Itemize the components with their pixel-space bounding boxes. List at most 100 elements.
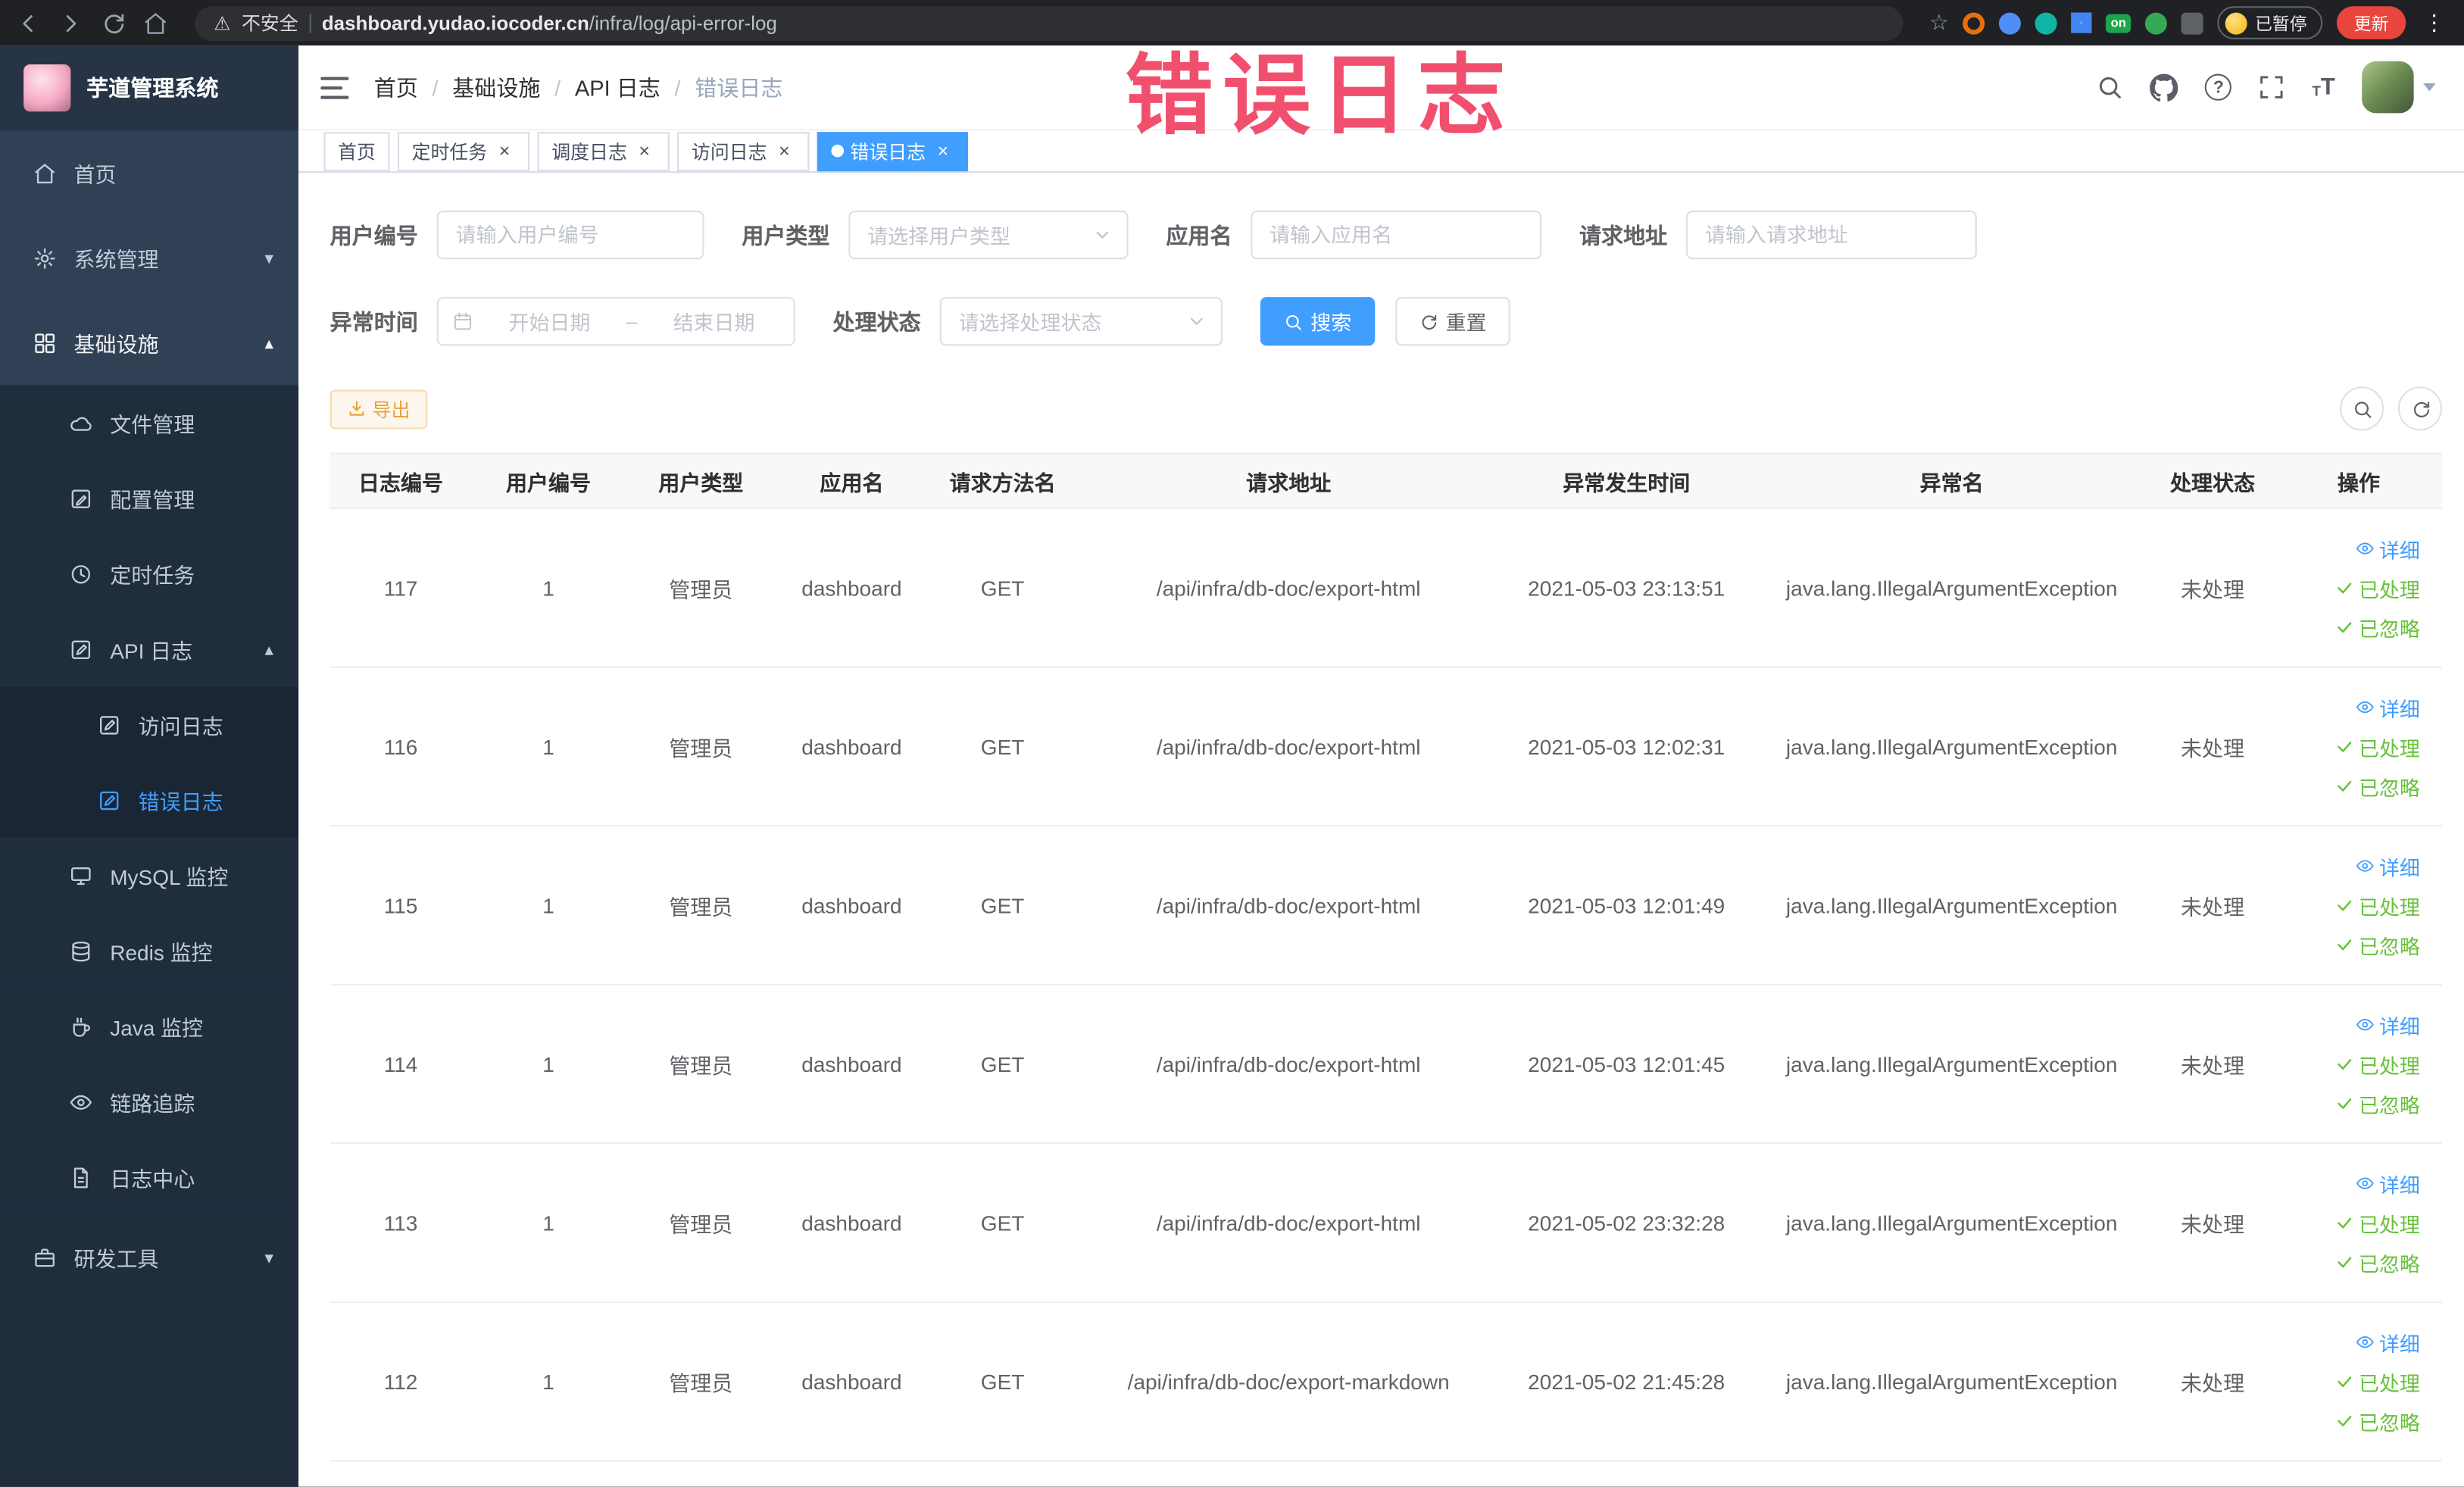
user-id-input[interactable]: [436, 210, 704, 260]
search-icon[interactable]: [2097, 74, 2123, 101]
sidebar-item-error-log[interactable]: 错误日志: [0, 762, 299, 838]
row-actions: 详细 已处理 已忽略: [2275, 533, 2442, 642]
sidebar-item-java[interactable]: Java 监控: [0, 988, 299, 1064]
breadcrumb-item[interactable]: API 日志: [575, 71, 695, 102]
bookmark-star-icon[interactable]: ☆: [1929, 9, 1949, 36]
ignored-link[interactable]: 已忽略: [2335, 771, 2420, 801]
search-toggle-button[interactable]: [2340, 386, 2384, 431]
tab-job[interactable]: 定时任务: [397, 131, 530, 171]
fullscreen-icon[interactable]: [2259, 74, 2285, 101]
user-type: 管理员: [669, 1372, 733, 1396]
filter-buttons: 搜索 重置: [1260, 297, 1510, 346]
filter-label: 异常时间: [329, 308, 418, 334]
sidebar-item-trace[interactable]: 链路追踪: [0, 1064, 299, 1140]
user-id: 1: [542, 734, 554, 759]
sidebar-item-devtools[interactable]: 研发工具: [0, 1214, 299, 1300]
detail-link[interactable]: 详细: [2356, 692, 2420, 722]
app-logo[interactable]: 芋道管理系统: [0, 45, 299, 131]
processed-link[interactable]: 已处理: [2335, 573, 2420, 602]
chevron-down-icon: [265, 248, 273, 268]
column-header: 请求方法名: [949, 471, 1056, 495]
search-button[interactable]: 搜索: [1260, 297, 1376, 346]
browser-reload-icon[interactable]: [101, 10, 126, 35]
detail-link[interactable]: 详细: [2356, 1168, 2420, 1198]
processed-link[interactable]: 已处理: [2335, 1207, 2420, 1237]
export-button[interactable]: 导出: [329, 389, 428, 429]
font-size-icon[interactable]: [2312, 76, 2334, 99]
tab-error-log[interactable]: 错误日志: [817, 131, 969, 171]
sidebar-item-api-log[interactable]: API 日志: [0, 611, 299, 687]
breadcrumb-item[interactable]: 基础设施: [452, 71, 575, 102]
ignored-link[interactable]: 已忽略: [2335, 1247, 2420, 1276]
extension-grid-icon[interactable]: [2071, 12, 2092, 33]
app-name-input[interactable]: [1251, 210, 1542, 260]
request-url-input[interactable]: [1686, 210, 1977, 260]
sidebar-item-access-log[interactable]: 访问日志: [0, 686, 299, 763]
tab-access-log[interactable]: 访问日志: [677, 131, 810, 171]
tab-label: 访问日志: [691, 140, 767, 163]
hamburger-icon[interactable]: [320, 76, 349, 98]
sidebar-item-home[interactable]: 首页: [0, 130, 298, 215]
extension-icon-3[interactable]: [2035, 11, 2058, 34]
chrome-update-button[interactable]: 更新: [2336, 6, 2406, 39]
ignored-link[interactable]: 已忽略: [2335, 612, 2420, 642]
address-bar[interactable]: ⚠ 不安全 dashboard.yudao.iocoder.cn/infra/l…: [195, 5, 1903, 40]
breadcrumb-item[interactable]: 首页: [374, 71, 453, 102]
browser-back-icon[interactable]: [16, 10, 41, 35]
url-domain: dashboard.yudao.iocoder.cn: [321, 11, 589, 34]
detail-link[interactable]: 详细: [2356, 1010, 2420, 1039]
ignored-link[interactable]: 已忽略: [2335, 929, 2420, 959]
detail-link[interactable]: 详细: [2356, 1327, 2420, 1357]
sidebar-item-infra[interactable]: 基础设施: [0, 300, 298, 385]
detail-label: 详细: [2378, 1332, 2420, 1356]
process-status-select[interactable]: 请选择处理状态: [939, 297, 1223, 346]
sidebar-item-redis[interactable]: Redis 监控: [0, 913, 299, 989]
extension-icon-1[interactable]: [1963, 11, 1985, 34]
eye-icon: [69, 1090, 94, 1114]
status-text: 未处理: [2181, 1054, 2245, 1079]
exception-name: java.lang.IllegalArgumentException: [1785, 1370, 2118, 1394]
detail-link[interactable]: 详细: [2356, 851, 2420, 880]
processed-link[interactable]: 已处理: [2335, 890, 2420, 920]
date-range-picker[interactable]: 开始日期 – 结束日期: [436, 297, 795, 346]
extension-icon-2[interactable]: [1999, 11, 2022, 34]
sidebar-item-system[interactable]: 系统管理: [0, 215, 298, 300]
log-icon: [69, 637, 94, 661]
tab-close-icon[interactable]: [493, 140, 515, 162]
tab-home[interactable]: 首页: [323, 131, 390, 171]
help-icon[interactable]: [2205, 73, 2232, 101]
extensions-puzzle-icon[interactable]: [2181, 11, 2203, 34]
table-row: 115 1 管理员 dashboard GET /api/infra/db-do…: [329, 826, 2442, 986]
extension-on-badge[interactable]: on: [2106, 13, 2131, 33]
reset-button[interactable]: 重置: [1395, 297, 1510, 346]
row-actions: 详细 已处理 已忽略: [2275, 1168, 2442, 1276]
sidebar-item-log-center[interactable]: 日志中心: [0, 1139, 299, 1215]
ignored-link[interactable]: 已忽略: [2335, 1406, 2420, 1435]
browser-forward-icon[interactable]: [58, 10, 83, 35]
ignored-link[interactable]: 已忽略: [2335, 1089, 2420, 1118]
processed-link[interactable]: 已处理: [2335, 1049, 2420, 1079]
browser-home-icon[interactable]: [143, 10, 168, 35]
github-icon[interactable]: [2150, 73, 2178, 101]
user-menu[interactable]: [2362, 61, 2436, 114]
processed-link[interactable]: 已处理: [2335, 1367, 2420, 1396]
sidebar-item-mysql[interactable]: MySQL 监控: [0, 837, 299, 914]
user-type-select[interactable]: 请选择用户类型: [848, 210, 1129, 260]
processed-link[interactable]: 已处理: [2335, 732, 2420, 761]
tab-close-icon[interactable]: [633, 140, 655, 162]
sidebar-item-file[interactable]: 文件管理: [0, 385, 299, 461]
tab-close-icon[interactable]: [932, 140, 954, 162]
extension-icon-4[interactable]: [2144, 11, 2167, 34]
refresh-button[interactable]: [2397, 386, 2442, 431]
error-log-table: 日志编号 用户编号 用户类型 应用名 请求方法名 请求地址 异常发生时间 异常名…: [329, 452, 2442, 1462]
tab-close-icon[interactable]: [773, 140, 795, 162]
chrome-menu-icon[interactable]: ⋮: [2420, 9, 2448, 36]
sidebar-item-job[interactable]: 定时任务: [0, 536, 299, 612]
sidebar-item-label: 基础设施: [73, 333, 159, 357]
exception-time: 2021-05-03 12:02:31: [1528, 734, 1725, 759]
sidebar-item-config[interactable]: 配置管理: [0, 460, 299, 536]
profile-paused-chip[interactable]: 已暂停: [2217, 6, 2323, 39]
table-row: 117 1 管理员 dashboard GET /api/infra/db-do…: [329, 509, 2442, 668]
tab-job-log[interactable]: 调度日志: [537, 131, 670, 171]
detail-link[interactable]: 详细: [2356, 533, 2420, 563]
